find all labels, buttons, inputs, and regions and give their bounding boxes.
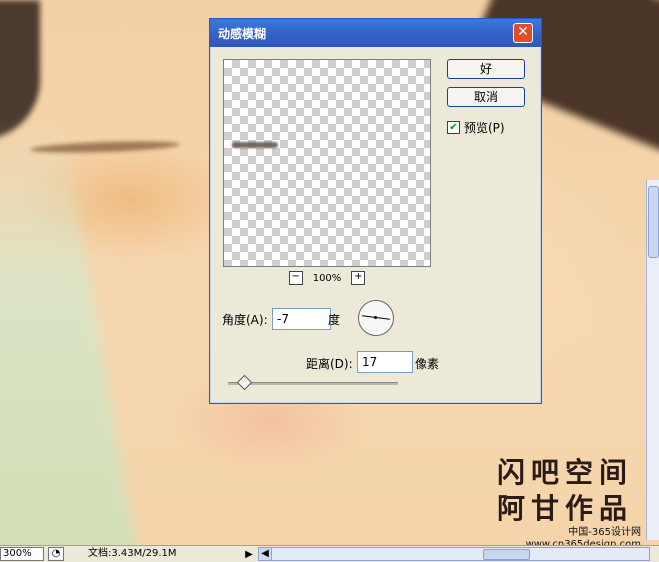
watermark: 闪吧空间 阿甘作品: [497, 455, 633, 527]
distance-slider[interactable]: [228, 374, 398, 392]
preview-checkbox-row[interactable]: ✔ 预览(P): [447, 119, 505, 136]
angle-dial[interactable]: [358, 300, 394, 336]
watermark-line-2: 阿甘作品: [496, 492, 633, 525]
watermark-line-1: 闪吧空间: [496, 456, 633, 489]
scroll-left-button[interactable]: ◀: [259, 548, 272, 560]
preview-label: 预览(P): [464, 121, 505, 135]
preview-area[interactable]: [223, 59, 431, 267]
angle-unit: 度: [328, 313, 341, 327]
zoom-level-field[interactable]: 300%: [0, 547, 44, 561]
distance-unit: 像素: [415, 357, 440, 371]
distance-input[interactable]: 17: [357, 351, 413, 373]
horizontal-scroll-thumb[interactable]: [483, 549, 530, 560]
distance-slider-track: [228, 382, 398, 385]
document-info: 文档:3.43M/29.1M: [88, 548, 177, 559]
zoom-in-button[interactable]: +: [351, 271, 366, 285]
horizontal-scrollbar[interactable]: ◀: [258, 547, 650, 561]
distance-slider-thumb[interactable]: [236, 374, 253, 391]
status-bar: 300% ◔ 文档:3.43M/29.1M ▶ ◀: [0, 545, 659, 562]
vertical-scroll-thumb[interactable]: [648, 186, 659, 258]
vertical-scrollbar[interactable]: [646, 180, 659, 540]
hair-shape-left: [0, 0, 40, 140]
preview-checkbox[interactable]: ✔: [447, 121, 460, 134]
cancel-button[interactable]: 取消: [447, 87, 525, 107]
ok-button[interactable]: 好: [447, 59, 525, 79]
motion-blur-dialog: 动感模糊 ✕ − 100% + 好 取消 ✔ 预览(P) 角度(A): -7 度…: [209, 18, 542, 404]
zoom-out-button[interactable]: −: [288, 271, 303, 285]
distance-label: 距离(D):: [306, 357, 353, 371]
angle-dial-center: [374, 316, 377, 319]
site-name: 中国-365设计网: [568, 527, 641, 538]
status-arrow-icon[interactable]: ▶: [244, 549, 254, 560]
dialog-titlebar: 动感模糊 ✕: [210, 19, 541, 47]
angle-input[interactable]: -7: [272, 308, 331, 330]
dialog-title: 动感模糊: [218, 26, 267, 41]
zoom-controls: − 100% +: [223, 269, 431, 287]
status-menu-icon[interactable]: ◔: [48, 547, 64, 561]
zoom-percent: 100%: [312, 272, 342, 284]
background-edge: [0, 120, 139, 545]
preview-blur-stroke: [232, 142, 278, 148]
close-button[interactable]: ✕: [513, 23, 533, 43]
angle-label: 角度(A):: [222, 313, 268, 327]
